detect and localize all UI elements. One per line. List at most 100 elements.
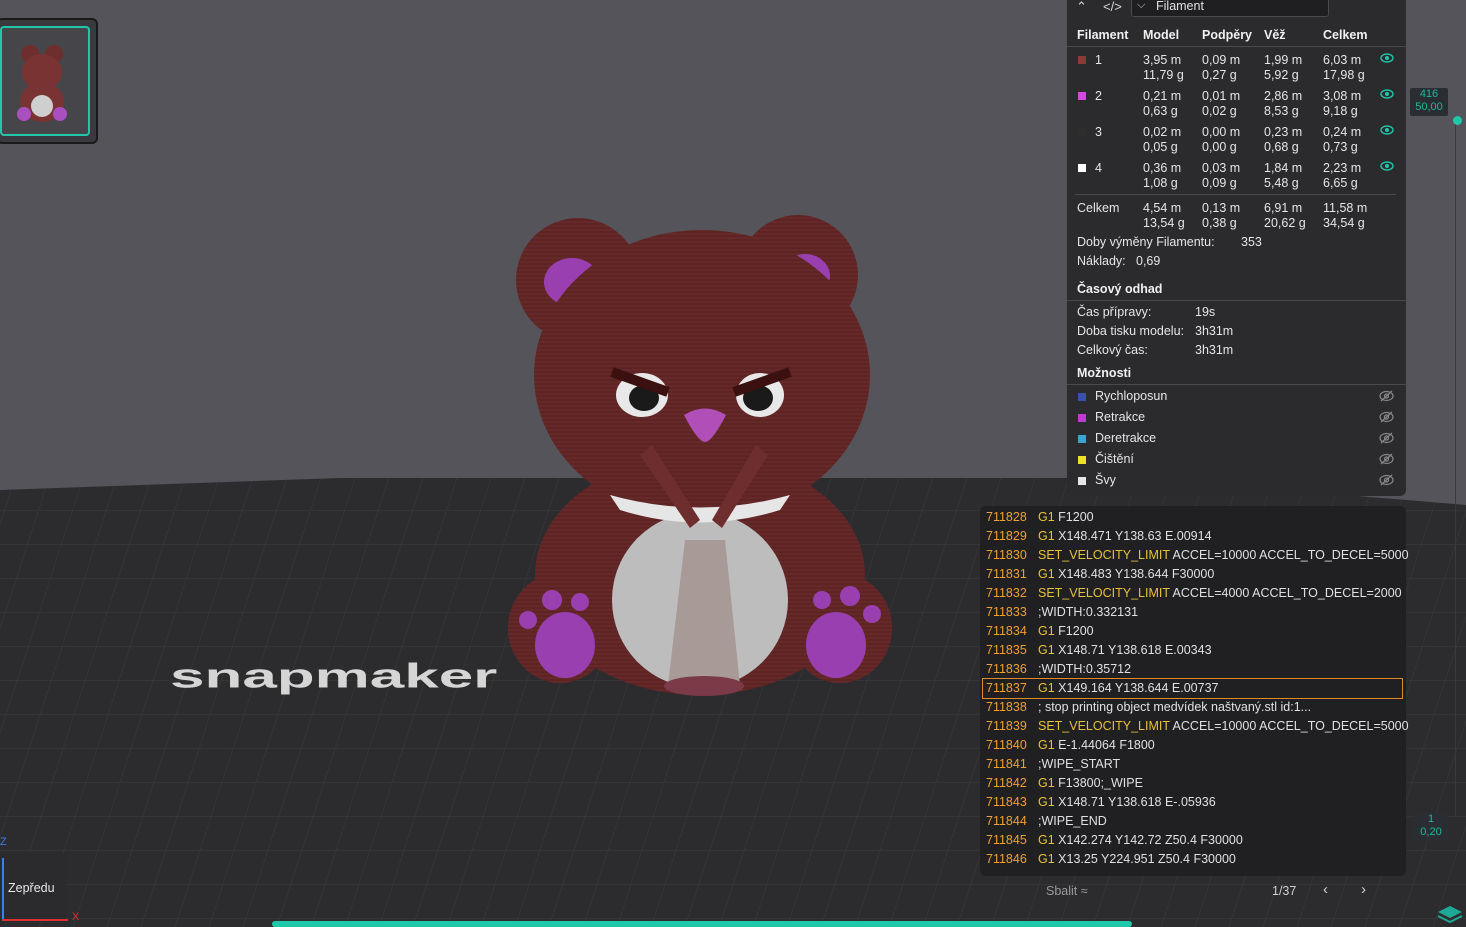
gcode-command: G1 E-1.44064 F1800 — [1038, 736, 1155, 755]
eye-off-icon[interactable] — [1379, 453, 1394, 465]
gcode-line[interactable]: 711841 ;WIPE_START — [980, 755, 1406, 774]
x-axis-indicator — [2, 919, 68, 921]
gcode-keyword: SET_VELOCITY_LIMIT — [1038, 719, 1170, 733]
gcode-command: G1 X148.71 Y138.618 E.00343 — [1038, 641, 1212, 660]
gcode-command: G1 X148.71 Y138.618 E-.05936 — [1038, 793, 1216, 812]
gcode-args: X142.274 Y142.72 Z50.4 F30000 — [1054, 833, 1243, 847]
gcode-line[interactable]: 711839 SET_VELOCITY_LIMIT ACCEL=10000 ACC… — [980, 717, 1409, 736]
change-time-label: Doby výměny Filamentu: — [1077, 235, 1215, 249]
supports-length: 0,01 m — [1202, 89, 1241, 103]
plate-thumbnail-selected[interactable] — [0, 26, 90, 136]
gcode-line[interactable]: 711844 ;WIPE_END — [980, 812, 1406, 831]
gcode-line[interactable]: 711833 ;WIDTH:0.332131 — [980, 603, 1406, 622]
cost-label: Náklady: — [1077, 254, 1126, 268]
tower-weight: 5,92 g — [1264, 68, 1299, 82]
model-weight: 0,63 g — [1143, 104, 1178, 118]
gcode-line[interactable]: 711836 ;WIDTH:0.35712 — [980, 660, 1406, 679]
gcode-keyword: G1 — [1038, 529, 1055, 543]
chevron-down-icon: ⌵ — [1137, 0, 1146, 11]
gcode-args: F1200 — [1054, 624, 1094, 638]
gcode-line-number: 711835 — [986, 643, 1027, 657]
plate-thumbnail[interactable] — [0, 18, 98, 144]
filament-color-swatch — [1078, 92, 1086, 100]
gcode-command: G1 F1200 — [1038, 508, 1094, 527]
gcode-args: X148.483 Y138.644 F30000 — [1054, 567, 1215, 581]
gcode-keyword: SET_VELOCITY_LIMIT — [1038, 586, 1170, 600]
divider — [1067, 384, 1406, 385]
eye-icon[interactable] — [1380, 89, 1394, 99]
gcode-keyword: G1 — [1038, 776, 1055, 790]
filament-color-swatch — [1078, 164, 1086, 172]
gcode-keyword: SET_VELOCITY_LIMIT — [1038, 548, 1170, 562]
gcode-line-number: 711839 — [986, 719, 1027, 733]
gcode-line[interactable]: 711832 SET_VELOCITY_LIMIT ACCEL=4000 ACCE… — [980, 584, 1406, 603]
eye-icon[interactable] — [1380, 125, 1394, 135]
gcode-line-number: 711846 — [986, 852, 1027, 866]
option-retraction[interactable]: Retrakce — [1067, 409, 1406, 429]
gcode-line[interactable]: 711829 G1 X148.471 Y138.63 E.00914 — [980, 527, 1406, 546]
layer-slider-top-handle[interactable] — [1453, 116, 1462, 125]
eye-icon[interactable] — [1380, 161, 1394, 171]
total-length: 2,23 m — [1323, 161, 1362, 175]
eye-off-icon[interactable] — [1379, 474, 1394, 486]
x-axis-label: X — [72, 911, 80, 923]
option-color-swatch — [1078, 435, 1086, 443]
gcode-line[interactable]: 711842 G1 F13800;_WIPE — [980, 774, 1406, 793]
view-orientation-label: Zepředu — [8, 881, 55, 895]
next-page-icon[interactable]: › — [1361, 881, 1366, 898]
supports-weight: 0,09 g — [1202, 176, 1237, 190]
gcode-line[interactable]: 711846 G1 X13.25 Y224.951 Z50.4 F30000 — [980, 850, 1406, 869]
gcode-viewer[interactable]: 711828 G1 F1200 711829 G1 X148.471 Y138.63 … — [980, 506, 1409, 898]
gcode-line-number: 711837 — [986, 681, 1027, 695]
eye-icon[interactable] — [1380, 53, 1394, 63]
sum-model-weight: 13,54 g — [1143, 216, 1185, 230]
gcode-line[interactable]: 711838 ; stop printing object medvídek na… — [980, 698, 1406, 717]
supports-length: 0,00 m — [1202, 125, 1241, 139]
gcode-line[interactable]: 711843 G1 X148.71 Y138.618 E-.05936 — [980, 793, 1406, 812]
gcode-line[interactable]: 711837 G1 X149.164 Y138.644 E.00737 — [982, 678, 1403, 699]
gcode-line[interactable]: 711840 G1 E-1.44064 F1800 — [980, 736, 1406, 755]
gcode-keyword: G1 — [1038, 738, 1055, 752]
gcode-line[interactable]: 711831 G1 X148.483 Y138.644 F30000 — [980, 565, 1406, 584]
prev-page-icon[interactable]: ‹ — [1323, 881, 1328, 898]
eye-off-icon[interactable] — [1379, 432, 1394, 444]
gcode-args: ACCEL=10000 ACCEL_TO_DECEL=5000 — [1169, 719, 1409, 733]
gcode-keyword: G1 — [1038, 567, 1055, 581]
gcode-line[interactable]: 711845 G1 X142.274 Y142.72 Z50.4 F30000 — [980, 831, 1406, 850]
sum-tower-length: 6,91 m — [1264, 201, 1303, 215]
view-orientation-button[interactable]: Zepředu — [0, 852, 66, 922]
gcode-args: X148.71 Y138.618 E.00343 — [1054, 643, 1212, 657]
sum-supports-length: 0,13 m — [1202, 201, 1241, 215]
gcode-line[interactable]: 711828 G1 F1200 — [980, 508, 1406, 527]
collapse-up-icon[interactable]: ⌃ — [1076, 0, 1087, 15]
move-slider[interactable] — [272, 921, 1132, 927]
total-time-label: Celkový čas: — [1077, 343, 1148, 357]
option-deretraction[interactable]: Deretrakce — [1067, 430, 1406, 450]
total-time-value: 3h31m — [1195, 343, 1234, 357]
total-length: 3,08 m — [1323, 89, 1362, 103]
gcode-keyword: G1 — [1038, 681, 1055, 695]
gcode-line-number: 711830 — [986, 548, 1027, 562]
gcode-line[interactable]: 711834 G1 F1200 — [980, 622, 1406, 641]
filament-row: 2 0,21 m 0,63 g 0,01 m 0,02 g 2,86 m 8,53 g… — [1067, 86, 1406, 122]
gcode-line[interactable]: 711830 SET_VELOCITY_LIMIT ACCEL=10000 ACC… — [980, 546, 1409, 565]
model-length: 0,02 m — [1143, 125, 1182, 139]
sum-label: Celkem — [1077, 201, 1120, 215]
eye-off-icon[interactable] — [1379, 411, 1394, 423]
gcode-args: F13800;_WIPE — [1054, 776, 1143, 790]
eye-off-icon[interactable] — [1379, 390, 1394, 402]
gcode-line[interactable]: 711835 G1 X148.71 Y138.618 E.00343 — [980, 641, 1406, 660]
sum-supports-weight: 0,38 g — [1202, 216, 1237, 230]
option-seams[interactable]: Švy — [1067, 472, 1406, 492]
collapse-button[interactable]: Sbalit ≈ — [1046, 884, 1088, 898]
gcode-args: E-1.44064 F1800 — [1054, 738, 1155, 752]
view-type-select[interactable]: ⌵ Filament — [1131, 0, 1329, 17]
layer-slider[interactable] — [1453, 116, 1464, 816]
tower-length: 0,23 m — [1264, 125, 1303, 139]
gcode-toggle-icon[interactable]: </> — [1103, 0, 1122, 14]
layers-icon[interactable] — [1436, 904, 1464, 926]
option-travel[interactable]: Rychloposun — [1067, 388, 1406, 408]
gcode-line-number: 711843 — [986, 795, 1027, 809]
option-wipe[interactable]: Čištění — [1067, 451, 1406, 471]
gcode-args: X13.25 Y224.951 Z50.4 F30000 — [1054, 852, 1236, 866]
